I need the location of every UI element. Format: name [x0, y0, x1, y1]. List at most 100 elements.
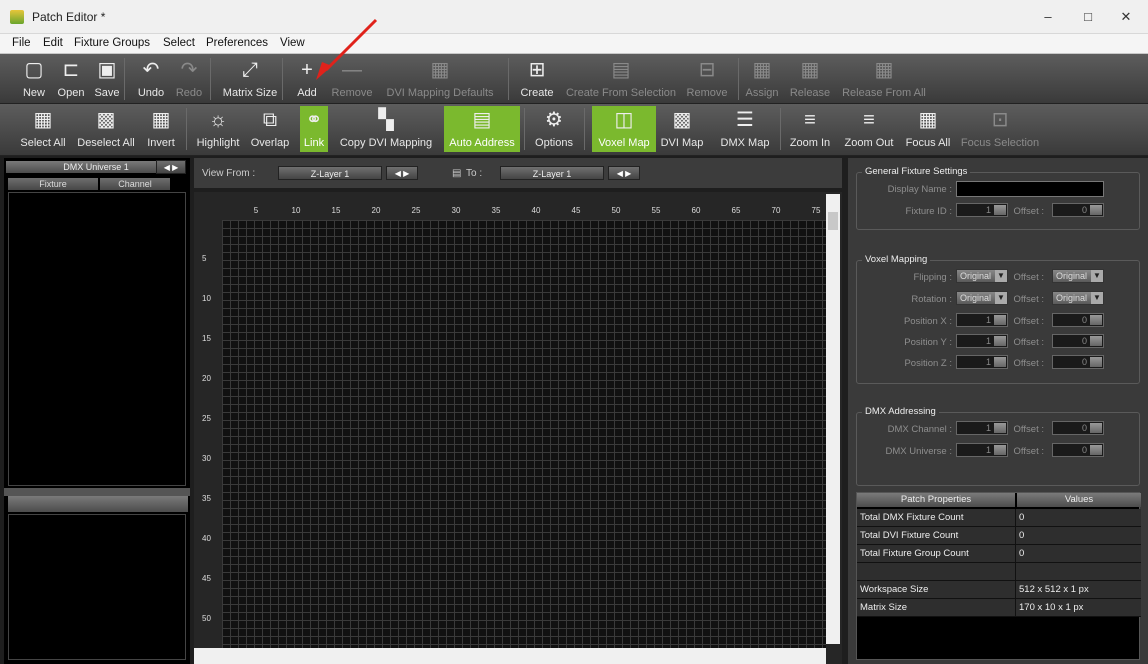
spin-icon[interactable]	[1090, 423, 1102, 433]
new-file-icon: ▢	[24, 59, 44, 81]
dmx-universe-offset-input[interactable]: 0	[1052, 443, 1104, 457]
toolbar-separator	[124, 58, 125, 100]
menu-preferences[interactable]: Preferences	[206, 37, 268, 49]
close-button[interactable]: ✕	[1106, 6, 1146, 28]
toolbar-button-create-from-selection[interactable]: ▤ Create From Selection	[562, 56, 680, 102]
toolbar-button-zoom-out[interactable]: ≡ Zoom Out	[840, 106, 898, 152]
menu-edit[interactable]: Edit	[43, 37, 63, 49]
spin-icon[interactable]	[1090, 336, 1102, 346]
display-name-label: Display Name :	[887, 184, 952, 195]
toolbar-button-dvi-map[interactable]: ▩ DVI Map	[660, 106, 704, 152]
toolbar-button-focus-all[interactable]: ▦ Focus All	[900, 106, 956, 152]
spin-icon[interactable]	[1090, 315, 1102, 325]
spin-icon[interactable]	[994, 315, 1006, 325]
column-header-channel[interactable]: Channel	[100, 178, 170, 190]
toolbar-button-auto-address[interactable]: ▤ Auto Address	[444, 106, 520, 152]
menu-select[interactable]: Select	[163, 37, 195, 49]
maximize-button[interactable]: □	[1068, 6, 1108, 28]
flipping-offset-select[interactable]: Original ▼	[1052, 269, 1104, 283]
dmx-universe-input[interactable]: 1	[956, 443, 1008, 457]
position-z-offset-input[interactable]: 0	[1052, 355, 1104, 369]
menu-fixture-groups[interactable]: Fixture Groups	[74, 37, 150, 49]
matrix-grid[interactable]	[222, 220, 826, 652]
minimize-button[interactable]: –	[1028, 6, 1068, 28]
toolbar-button-matrix-size[interactable]: ⤢ Matrix Size	[220, 56, 280, 102]
vertical-scrollbar[interactable]	[826, 194, 840, 644]
toolbar-button-label: Link	[303, 137, 325, 149]
view-to-select[interactable]: Z-Layer 1	[500, 166, 604, 180]
position-z-input[interactable]: 1	[956, 355, 1008, 369]
fixture-offset-input[interactable]: 0	[1052, 203, 1104, 217]
toolbar-button-remove[interactable]: ⊟ Remove	[684, 56, 730, 102]
toolbar-button-dmx-map[interactable]: ☰ DMX Map	[716, 106, 774, 152]
toolbar-button-voxel-map[interactable]: ◫ Voxel Map	[592, 106, 656, 152]
property-name: Workspace Size	[860, 584, 929, 595]
toolbar-button-highlight[interactable]: ☼ Highlight	[194, 106, 242, 152]
toolbar-button-invert[interactable]: ▦ Invert	[144, 106, 178, 152]
toolbar-button-undo[interactable]: ↶ Undo	[136, 56, 166, 102]
toolbar-button-deselect-all[interactable]: ▩ Deselect All	[74, 106, 138, 152]
property-name: Total DVI Fixture Count	[860, 530, 959, 541]
spin-icon[interactable]	[994, 357, 1006, 367]
toolbar-button-overlap[interactable]: ⧉ Overlap	[248, 106, 292, 152]
toolbar-button-remove[interactable]: — Remove	[330, 56, 374, 102]
dmx-channel-value: 1	[985, 423, 991, 433]
highlight-bulb-icon: ☼	[208, 109, 228, 131]
position-x-input[interactable]: 1	[956, 313, 1008, 327]
toolbar-button-redo[interactable]: ↷ Redo	[174, 56, 204, 102]
position-y-offset-value: 0	[1081, 336, 1087, 346]
spin-icon[interactable]	[994, 445, 1006, 455]
spin-icon[interactable]	[1090, 205, 1102, 215]
toolbar-button-focus-selection[interactable]: ⊡ Focus Selection	[958, 106, 1042, 152]
column-header-fixture[interactable]: Fixture	[8, 178, 98, 190]
position-y-offset-input[interactable]: 0	[1052, 334, 1104, 348]
menu-view[interactable]: View	[280, 37, 305, 49]
dmx-channel-input[interactable]: 1	[956, 421, 1008, 435]
universe-stepper[interactable]: ◀ ▶	[156, 160, 186, 174]
flipping-select[interactable]: Original ▼	[956, 269, 1008, 283]
toolbar-button-select-all[interactable]: ▦ Select All	[18, 106, 68, 152]
toolbar-button-options[interactable]: ⚙ Options	[530, 106, 578, 152]
position-y-input[interactable]: 1	[956, 334, 1008, 348]
toolbar-button-release-from-all[interactable]: ▦ Release From All	[838, 56, 930, 102]
y-axis-tick: 15	[202, 334, 211, 343]
toolbar-button-add[interactable]: + Add	[292, 56, 322, 102]
dmx-map-icon: ☰	[736, 109, 754, 131]
spin-icon[interactable]	[1090, 357, 1102, 367]
property-value: 0	[1019, 512, 1025, 523]
toolbar-button-open[interactable]: ⊏ Open	[52, 56, 90, 102]
fixture-id-input[interactable]: 1	[956, 203, 1008, 217]
x-axis-tick: 20	[371, 206, 381, 215]
spin-icon[interactable]	[994, 423, 1006, 433]
toolbar-button-release[interactable]: ▦ Release	[788, 56, 832, 102]
view-to-stepper[interactable]: ◀ ▶	[608, 166, 640, 180]
toolbar-button-create[interactable]: ⊞ Create	[518, 56, 556, 102]
toolbar-button-assign[interactable]: ▦ Assign	[744, 56, 780, 102]
rotation-offset-select[interactable]: Original ▼	[1052, 291, 1104, 305]
toolbar-button-save[interactable]: ▣ Save	[92, 56, 122, 102]
scroll-thumb[interactable]	[828, 212, 838, 230]
view-from-select[interactable]: Z-Layer 1	[278, 166, 382, 180]
rotation-select[interactable]: Original ▼	[956, 291, 1008, 305]
x-axis-tick: 15	[331, 206, 341, 215]
toolbar-button-copy-dvi-mapping[interactable]: ▚ Copy DVI Mapping	[334, 106, 438, 152]
toolbar-button-label: Matrix Size	[222, 87, 278, 99]
matrix-canvas[interactable]: 5 10 15 20 25 30 35 40 45 50 55 60 65 70 75 5 10 15 20 25 3…	[194, 192, 842, 664]
toolbar-button-zoom-in[interactable]: ≡ Zoom In	[786, 106, 834, 152]
toolbar-button-link[interactable]: ⚭ Link	[300, 106, 328, 152]
horizontal-scrollbar[interactable]	[194, 648, 826, 664]
toolbar-button-dvi-mapping-defaults[interactable]: ▦ DVI Mapping Defaults	[380, 56, 500, 102]
position-y-label: Position Y :	[904, 337, 952, 348]
spin-icon[interactable]	[994, 336, 1006, 346]
view-range-bar: View From : Z-Layer 1 ◀ ▶ ▤ To : Z-Layer…	[194, 158, 842, 188]
spin-icon[interactable]	[994, 205, 1006, 215]
menu-file[interactable]: File	[12, 37, 31, 49]
toolbar-button-new[interactable]: ▢ New	[18, 56, 50, 102]
fixture-list[interactable]	[8, 192, 186, 486]
view-from-stepper[interactable]: ◀ ▶	[386, 166, 418, 180]
panel-splitter[interactable]	[4, 488, 190, 496]
position-x-offset-input[interactable]: 0	[1052, 313, 1104, 327]
display-name-input[interactable]	[956, 181, 1104, 197]
spin-icon[interactable]	[1090, 445, 1102, 455]
dmx-channel-offset-input[interactable]: 0	[1052, 421, 1104, 435]
